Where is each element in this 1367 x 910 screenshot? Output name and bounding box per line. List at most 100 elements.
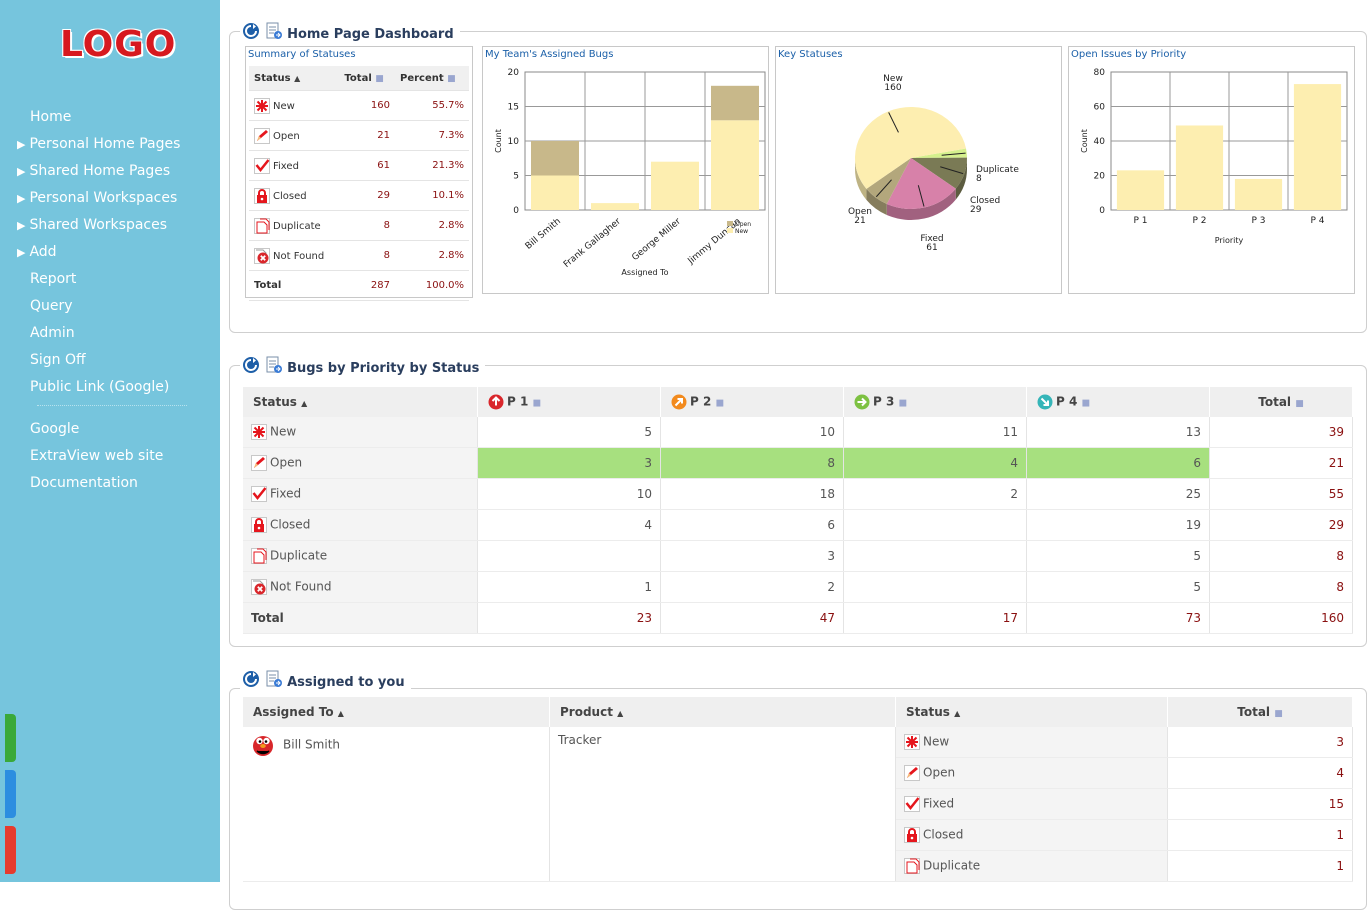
priority-count-cell[interactable]: 13 — [1026, 417, 1210, 448]
col-total-header[interactable]: Total ■ — [1167, 697, 1353, 727]
assigned-status-cell[interactable]: Closed — [895, 819, 1168, 851]
assigned-total-cell[interactable]: 1 — [1167, 819, 1353, 851]
summary-row[interactable]: Not Found 8 2.8% — [249, 240, 469, 271]
priority-count-cell[interactable] — [843, 540, 1027, 572]
priority-count-cell[interactable] — [477, 540, 661, 572]
priority-row-total[interactable]: 8 — [1209, 571, 1353, 603]
priority-count-cell[interactable]: 5 — [1026, 571, 1210, 603]
nav-sign-off[interactable]: Sign Off — [30, 347, 86, 373]
nav-report[interactable]: Report — [30, 266, 76, 292]
nav-query[interactable]: Query — [30, 293, 73, 319]
priority-status-cell[interactable]: Duplicate — [243, 540, 478, 572]
col-status-header[interactable]: Status ▲ — [895, 697, 1168, 727]
link-google[interactable]: Google — [30, 416, 79, 442]
priority-row-total[interactable]: 39 — [1209, 417, 1353, 448]
nav-personal-workspaces[interactable]: ▶ Personal Workspaces — [17, 185, 177, 211]
priority-count-cell[interactable] — [843, 509, 1027, 541]
priority-count-cell[interactable]: 11 — [843, 417, 1027, 448]
priority-count-cell[interactable]: 10 — [660, 417, 844, 448]
priority-status-cell[interactable]: Open — [243, 447, 478, 479]
nav-shared-workspaces[interactable]: ▶ Shared Workspaces — [17, 212, 167, 238]
priority-count-cell[interactable]: 5 — [477, 417, 661, 448]
assigned-total-cell[interactable]: 4 — [1167, 757, 1353, 789]
nav-add[interactable]: ▶ Add — [17, 239, 57, 265]
col-total-header[interactable]: Total ■ — [339, 66, 395, 91]
assigned-user-cell[interactable]: Bill Smith — [243, 727, 550, 882]
refresh-icon[interactable] — [242, 670, 260, 695]
summary-row[interactable]: Duplicate 8 2.8% — [249, 210, 469, 241]
priority-row-total[interactable]: 29 — [1209, 509, 1353, 541]
priority-count-cell[interactable]: 6 — [1026, 447, 1210, 479]
priority-count-cell[interactable]: 4 — [843, 447, 1027, 479]
priority-count-cell[interactable]: 25 — [1026, 478, 1210, 510]
priority-row[interactable]: Open 3 8 4 6 21 — [243, 447, 1353, 479]
priority-count-cell[interactable] — [843, 571, 1027, 603]
col-product-header[interactable]: Product ▲ — [549, 697, 896, 727]
summary-row[interactable]: Open 21 7.3% — [249, 120, 469, 151]
col-total-header[interactable]: Total ■ — [1209, 387, 1353, 417]
link-extraview-site[interactable]: ExtraView web site — [30, 443, 163, 469]
side-tab-blue[interactable] — [5, 770, 16, 818]
priority-count-cell[interactable]: 5 — [1026, 540, 1210, 572]
priority-count-cell[interactable]: 10 — [477, 478, 661, 510]
logo[interactable]: LOGO — [60, 24, 176, 65]
col-p3-header[interactable]: P 3 ■ — [843, 387, 1027, 417]
priority-row-total[interactable]: 55 — [1209, 478, 1353, 510]
priority-count-cell[interactable]: 3 — [660, 540, 844, 572]
side-tab-red[interactable] — [5, 826, 16, 874]
col-status-header[interactable]: Status ▲ — [243, 387, 478, 417]
col-percent-header[interactable]: Percent ■ — [395, 66, 469, 91]
priority-row[interactable]: Closed 4 6 19 29 — [243, 509, 1353, 541]
report-icon[interactable] — [265, 670, 283, 695]
priority-row[interactable]: Fixed 10 18 2 25 55 — [243, 478, 1353, 510]
nav-admin[interactable]: Admin — [30, 320, 75, 346]
summary-row[interactable]: Closed 29 10.1% — [249, 180, 469, 211]
summary-row[interactable]: Fixed 61 21.3% — [249, 150, 469, 181]
priority-count-cell[interactable]: 19 — [1026, 509, 1210, 541]
priority-status-cell[interactable]: Not Found — [243, 571, 478, 603]
report-icon[interactable] — [265, 356, 283, 381]
assigned-status-cell[interactable]: Fixed — [895, 788, 1168, 820]
side-tab-green[interactable] — [5, 714, 16, 762]
col-p1-header[interactable]: P 1 ■ — [477, 387, 661, 417]
col-p2-header[interactable]: P 2 ■ — [660, 387, 844, 417]
priority-status-cell[interactable]: New — [243, 417, 478, 448]
nav-home[interactable]: Home — [30, 104, 71, 130]
priority-count-cell[interactable]: 2 — [660, 571, 844, 603]
assigned-total-cell[interactable]: 15 — [1167, 788, 1353, 820]
refresh-icon[interactable] — [242, 22, 260, 47]
nav-personal-home-pages[interactable]: ▶ Personal Home Pages — [17, 131, 180, 157]
priority-row-total[interactable]: 8 — [1209, 540, 1353, 572]
link-documentation[interactable]: Documentation — [30, 470, 138, 496]
summary-status-label: Not Found — [273, 250, 325, 262]
priority-count-cell[interactable]: 2 — [843, 478, 1027, 510]
priority-row[interactable]: Duplicate 3 5 8 — [243, 540, 1353, 572]
assigned-total-cell[interactable]: 1 — [1167, 850, 1353, 882]
priority-status-cell[interactable]: Fixed — [243, 478, 478, 510]
col-assigned-to-header[interactable]: Assigned To ▲ — [243, 697, 550, 727]
nav-public-link[interactable]: Public Link (Google) — [30, 374, 169, 400]
assigned-status-cell[interactable]: Open — [895, 757, 1168, 789]
assigned-table-wrap: Assigned To ▲ Product ▲ Status ▲ Total ■… — [243, 697, 1353, 882]
priority-row[interactable]: Not Found 1 2 5 8 — [243, 571, 1353, 603]
legend-label: New — [735, 228, 748, 235]
priority-count-cell[interactable]: 18 — [660, 478, 844, 510]
refresh-icon[interactable] — [242, 356, 260, 381]
priority-row[interactable]: New 5 10 11 13 39 — [243, 417, 1353, 448]
nav-shared-home-pages[interactable]: ▶ Shared Home Pages — [17, 158, 170, 184]
col-status-header[interactable]: Status ▲ — [249, 66, 340, 91]
assigned-total-cell[interactable]: 3 — [1167, 727, 1353, 758]
assigned-row[interactable]: Bill Smith Tracker New 3 — [243, 727, 1353, 882]
report-icon[interactable] — [265, 22, 283, 47]
priority-status-cell[interactable]: Closed — [243, 509, 478, 541]
priority-count-cell[interactable]: 3 — [477, 447, 661, 479]
assigned-status-cell[interactable]: New — [895, 727, 1168, 758]
col-p4-header[interactable]: P 4 ■ — [1026, 387, 1210, 417]
assigned-status-cell[interactable]: Duplicate — [895, 850, 1168, 882]
priority-count-cell[interactable]: 4 — [477, 509, 661, 541]
priority-row-total[interactable]: 21 — [1209, 447, 1353, 479]
priority-count-cell[interactable]: 1 — [477, 571, 661, 603]
summary-row[interactable]: New 160 55.7% — [249, 90, 469, 121]
priority-count-cell[interactable]: 6 — [660, 509, 844, 541]
priority-count-cell[interactable]: 8 — [660, 447, 844, 479]
